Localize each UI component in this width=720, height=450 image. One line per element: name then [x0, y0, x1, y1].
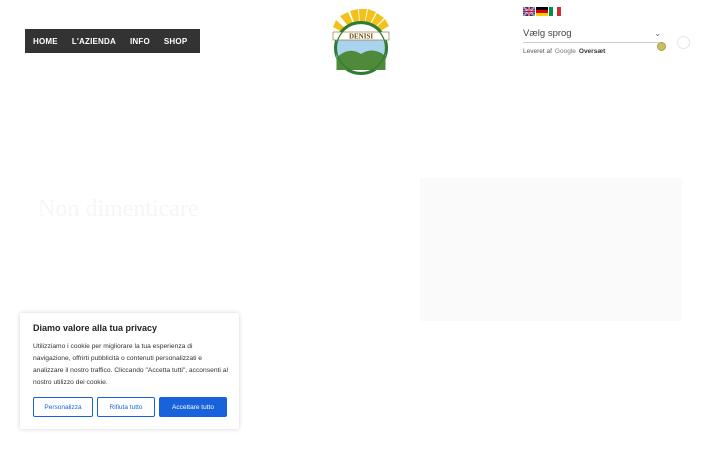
- translate-link[interactable]: Oversæt: [579, 48, 605, 55]
- site-logo[interactable]: DENISI: [328, 8, 394, 76]
- language-select[interactable]: Vælg sprog ⌄: [523, 24, 663, 43]
- translate-toggle-dot[interactable]: [657, 42, 666, 51]
- more-menu-icon[interactable]: ⋮: [199, 36, 209, 47]
- search-icon[interactable]: [677, 36, 690, 49]
- nav-shop[interactable]: SHOP: [164, 37, 187, 46]
- powered-by-google: Leveret af Google Oversæt: [523, 48, 605, 55]
- main-nav: HOME L'AZIENDA INFO SHOP ⋮: [25, 29, 209, 53]
- en-flag-icon[interactable]: [523, 7, 535, 16]
- google-logo: Google: [554, 48, 576, 55]
- cookie-banner: Diamo valore alla tua privacy Utilizziam…: [20, 313, 239, 429]
- hero-title: Non dimenticare: [38, 196, 199, 222]
- language-select-label: Vælg sprog: [523, 27, 572, 39]
- powered-prefix: Leveret af: [523, 48, 552, 55]
- nav-home[interactable]: HOME: [33, 37, 58, 46]
- accept-all-button[interactable]: Accettare tutto: [159, 397, 227, 417]
- logo-text: DENISI: [349, 33, 373, 41]
- cookie-title: Diamo valore alla tua privacy: [33, 323, 158, 333]
- hero-image: [420, 178, 682, 321]
- reject-all-button[interactable]: Rifiuta tutto: [97, 397, 155, 417]
- de-flag-icon[interactable]: [536, 7, 548, 16]
- nav-info[interactable]: INFO: [130, 37, 150, 46]
- it-flag-icon[interactable]: [549, 7, 561, 16]
- nav-azienda[interactable]: L'AZIENDA: [72, 37, 116, 46]
- customize-button[interactable]: Personalizza: [33, 397, 93, 417]
- chevron-down-icon: ⌄: [654, 28, 661, 38]
- language-flags: [523, 7, 561, 16]
- cookie-text: Utilizziamo i cookie per migliorare la t…: [33, 343, 228, 386]
